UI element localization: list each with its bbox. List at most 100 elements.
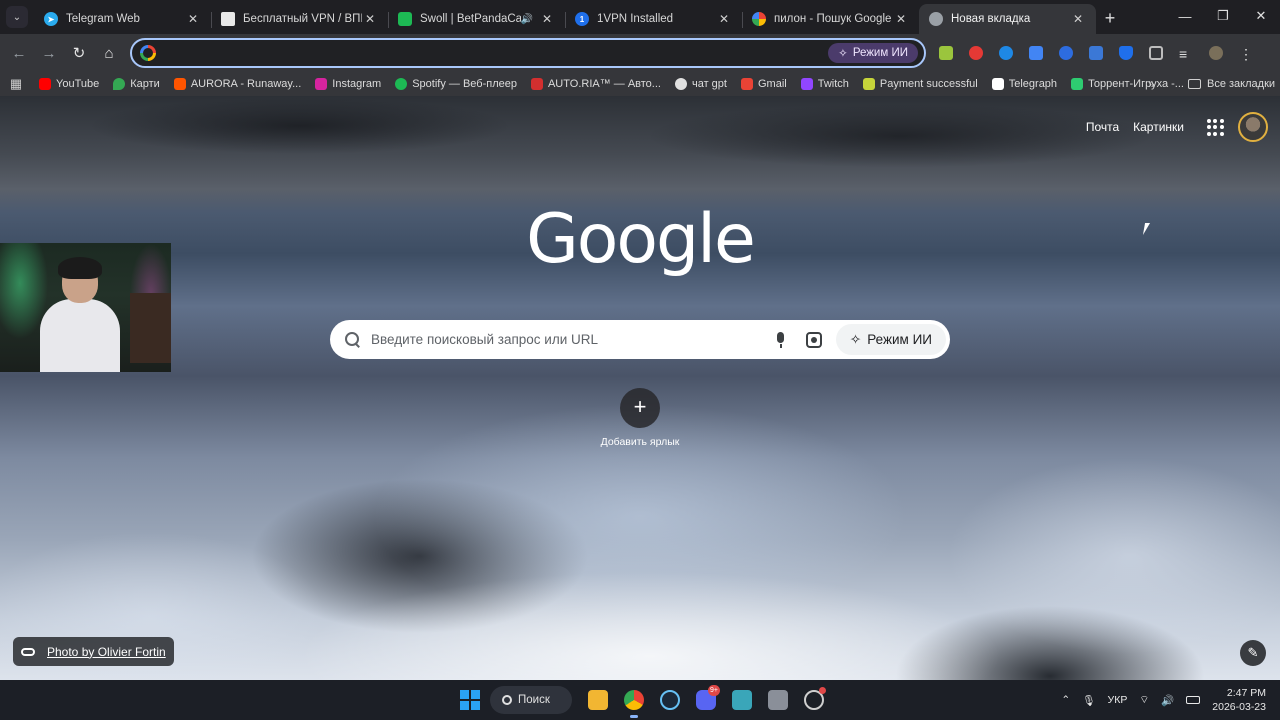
photo-credit-text: Photo by Olivier Fortin <box>47 644 166 659</box>
google-lens-icon[interactable] <box>805 331 822 348</box>
back-arrow-icon[interactable]: ← <box>4 38 34 68</box>
youtube-icon <box>39 78 51 90</box>
reload-icon[interactable]: ↻ <box>64 38 94 68</box>
bookmark-aurora[interactable]: AURORA - Runaway... <box>167 78 308 90</box>
bookmark-torrent[interactable]: Торрент-Игруха -... <box>1064 78 1191 90</box>
tab-vpn[interactable]: Бесплатный VPN / ВПН - Б ✕ <box>211 4 388 34</box>
apps-grid-icon[interactable]: ▦ <box>0 76 32 92</box>
clock-time: 2:47 PM <box>1226 687 1266 699</box>
volume-icon[interactable]: 🔊 <box>1161 694 1174 707</box>
more-bookmarks-icon[interactable]: » <box>1148 77 1155 91</box>
extensions-puzzle-icon[interactable] <box>1144 41 1168 65</box>
close-tab-icon[interactable]: ✕ <box>185 12 201 26</box>
tab-1vpn[interactable]: 1 1VPN Installed ✕ <box>565 4 742 34</box>
photo-credit-link[interactable]: Photo by Olivier Fortin <box>13 637 174 666</box>
bookmark-instagram[interactable]: Instagram <box>308 78 388 90</box>
bookmark-youtube[interactable]: YouTube <box>32 78 106 90</box>
bookmark-chatgpt[interactable]: чат gpt <box>668 78 734 90</box>
bookmark-telegraph[interactable]: Telegraph <box>985 78 1064 90</box>
address-bar[interactable]: ✧ Режим ИИ <box>130 38 926 68</box>
tab-title: 1VPN Installed <box>597 13 674 25</box>
all-bookmarks-label: Все закладки <box>1207 78 1276 90</box>
profile-avatar-icon[interactable] <box>1204 41 1228 65</box>
steam-icon[interactable] <box>654 685 686 715</box>
minimize-icon[interactable]: — <box>1166 0 1204 32</box>
tab-swoll[interactable]: Swoll | BetPandaCasino 🔊 ✕ <box>388 4 565 34</box>
bookmark-label: AUTO.RIA™ — Авто... <box>547 78 661 90</box>
torrent-icon <box>1071 78 1084 90</box>
tab-title: Swoll | BetPandaCasino <box>420 13 521 25</box>
openai-icon <box>674 78 687 90</box>
gmail-icon <box>740 78 753 90</box>
language-indicator[interactable]: УКР <box>1108 694 1128 706</box>
plus-icon: + <box>620 388 660 428</box>
settings-gear-icon[interactable] <box>798 685 830 715</box>
home-icon[interactable]: ⌂ <box>94 38 124 68</box>
close-tab-icon[interactable]: ✕ <box>539 12 555 26</box>
all-bookmarks-button[interactable]: Все закладки <box>1188 78 1275 90</box>
ext-office-icon[interactable] <box>1084 41 1108 65</box>
tray-overflow-icon[interactable]: ⌃ <box>1061 694 1070 706</box>
ext-green-icon[interactable] <box>934 41 958 65</box>
taskbar-search-button[interactable]: Поиск <box>490 686 572 714</box>
tab-google-search[interactable]: пилон - Пошук Google ✕ <box>742 4 919 34</box>
bookmark-label: Gmail <box>757 78 787 90</box>
chrome-icon[interactable] <box>618 685 650 718</box>
aurora-icon <box>173 78 186 90</box>
calculator-icon[interactable] <box>762 685 794 715</box>
file-explorer-icon[interactable] <box>582 685 614 715</box>
wifi-icon[interactable]: ⌔ <box>1139 693 1149 707</box>
microphone-tray-icon[interactable]: 🎙 <box>1082 694 1095 707</box>
ai-sparkle-icon: ✧ <box>849 331 862 347</box>
tab-telegram[interactable]: ➤ Telegram Web ✕ <box>34 4 211 34</box>
chrome-favicon-icon <box>929 12 943 26</box>
search-box[interactable]: ✧ Режим ИИ <box>330 320 950 359</box>
bookmark-payment[interactable]: Payment successful <box>856 78 985 90</box>
ai-sparkle-icon: ✧ <box>838 48 848 60</box>
ext-shazam-icon[interactable] <box>994 41 1018 65</box>
bookmark-label: AURORA - Runaway... <box>190 78 302 90</box>
add-shortcut-tile[interactable]: + Добавить ярлык <box>590 388 690 448</box>
close-tab-icon[interactable]: ✕ <box>716 12 732 26</box>
shield-favicon-icon: 1 <box>575 12 589 26</box>
bookmark-maps[interactable]: Карти <box>106 78 167 90</box>
bookmark-gmail[interactable]: Gmail <box>734 78 794 90</box>
tab-strip: ⌄ ➤ Telegram Web ✕ Бесплатный VPN / ВПН … <box>0 0 1280 34</box>
microphone-icon[interactable] <box>774 331 788 348</box>
start-windows-icon[interactable] <box>454 685 486 715</box>
ai-mode-button[interactable]: ✧ Режим ИИ <box>835 324 946 355</box>
ext-vpn-shield-icon[interactable] <box>1114 41 1138 65</box>
tab-search-button[interactable]: ⌄ <box>6 6 28 28</box>
discord-icon[interactable]: 9+ <box>690 685 722 715</box>
ext-red-shield-icon[interactable] <box>964 41 988 65</box>
tab-new-tab[interactable]: Новая вкладка ✕ <box>919 4 1096 34</box>
restore-icon[interactable]: ❐ <box>1204 0 1242 32</box>
bookmark-twitch[interactable]: Twitch <box>794 78 856 90</box>
ext-meta-icon[interactable] <box>1054 41 1078 65</box>
kebab-menu-icon[interactable]: ⋮ <box>1234 41 1258 65</box>
bookmark-spotify[interactable]: Spotify — Веб-плеер <box>388 78 524 90</box>
bookmark-label: чат gpt <box>691 78 727 90</box>
battery-icon[interactable] <box>1186 696 1201 704</box>
close-tab-icon[interactable]: ✕ <box>1070 12 1086 26</box>
customize-pencil-icon[interactable]: ✎ <box>1240 640 1266 666</box>
ext-translate-icon[interactable] <box>1024 41 1048 65</box>
images-link[interactable]: Картинки <box>1133 120 1184 134</box>
close-tab-icon[interactable]: ✕ <box>362 12 378 26</box>
ai-mode-label: Режим ИИ <box>867 332 932 347</box>
new-tab-button[interactable]: + <box>1096 4 1124 32</box>
account-avatar[interactable] <box>1238 112 1268 142</box>
forward-arrow-icon[interactable]: → <box>34 38 64 68</box>
google-apps-icon[interactable] <box>1204 116 1226 138</box>
close-window-icon[interactable]: ✕ <box>1242 0 1280 32</box>
bookmark-label: Instagram <box>332 78 382 90</box>
ai-mode-button[interactable]: ✧ Режим ИИ <box>828 43 918 63</box>
app-window-icon[interactable] <box>726 685 758 715</box>
clock[interactable]: 2:47 PM 2026-03-23 <box>1212 686 1266 714</box>
close-tab-icon[interactable]: ✕ <box>893 12 909 26</box>
mail-link[interactable]: Почта <box>1086 120 1119 134</box>
search-input[interactable] <box>371 332 774 347</box>
media-control-icon[interactable]: ≡ <box>1174 41 1198 65</box>
bookmark-autoria[interactable]: AUTO.RIA™ — Авто... <box>524 78 668 90</box>
audio-playing-icon[interactable]: 🔊 <box>521 14 533 25</box>
